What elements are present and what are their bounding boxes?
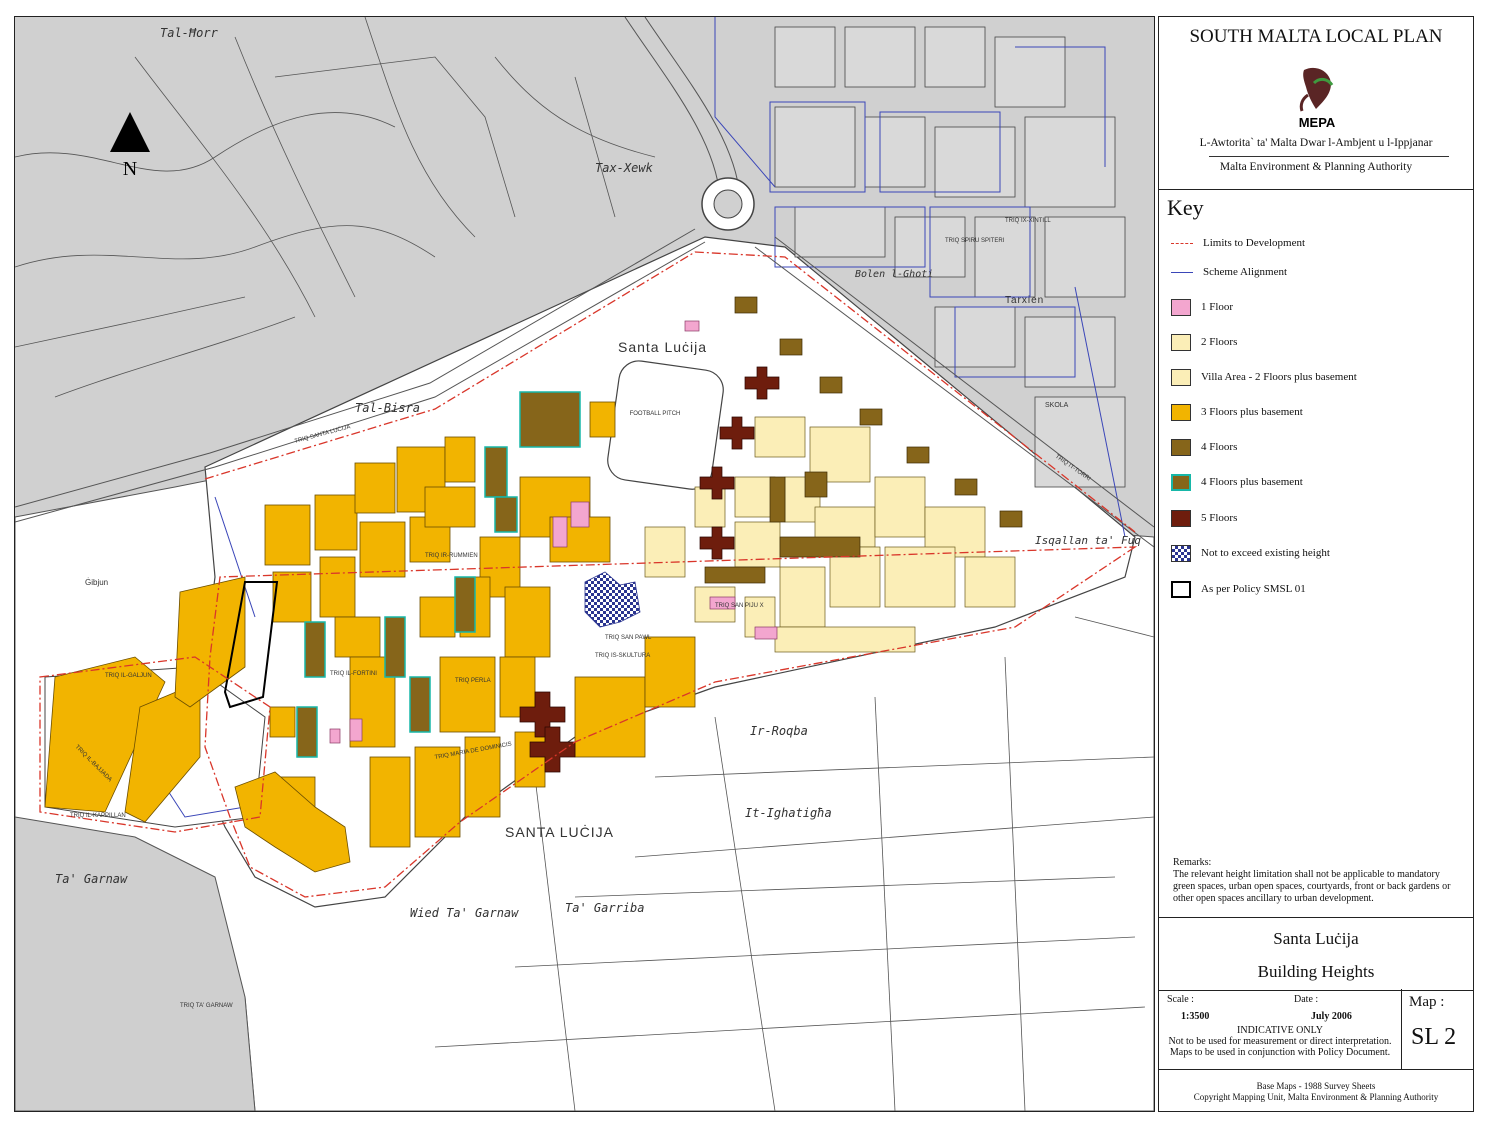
place-label: Ta' Garnaw xyxy=(55,872,128,886)
swatch-icon xyxy=(1171,509,1191,527)
street-label: TRIQ SPIRU SPITERI xyxy=(945,238,1005,244)
indicative-line: Not to be used for measurement or direct… xyxy=(1168,1036,1392,1047)
swatch-icon xyxy=(1171,333,1191,351)
credits: Base Maps - 1988 Survey Sheets Copyright… xyxy=(1159,1081,1473,1103)
place-label: It-Ighatigħa xyxy=(745,806,832,820)
street-label: TRIQ TA' GARNAW xyxy=(180,1003,233,1009)
key-item-not-to-exceed-existing-height: Not to exceed existing height xyxy=(1171,543,1330,563)
date-label: Date : xyxy=(1294,994,1319,1005)
scale-date-column: Scale : Date : 1:3500 July 2006 INDICATI… xyxy=(1159,989,1402,1069)
street-label: TRIQ IL-KAPPILLAN xyxy=(70,813,126,819)
key-item-4-floors-plus-basement: 4 Floors plus basement xyxy=(1171,472,1303,492)
swatch-icon xyxy=(1171,368,1191,386)
map-subject: Building Heights xyxy=(1257,962,1375,981)
place-label: Santa Luċija xyxy=(618,339,707,355)
remarks-title: Remarks: xyxy=(1173,857,1212,868)
swatch-icon xyxy=(1171,298,1191,316)
title-block: SOUTH MALTA LOCAL PLAN MEPA L-Awtorita` … xyxy=(1159,17,1473,190)
feature-label: SKOLA xyxy=(1045,402,1069,409)
key-item-policy-smsl-01: As per Policy SMSL 01 xyxy=(1171,579,1306,599)
swatch-icon xyxy=(1171,403,1191,421)
credits-line: Base Maps - 1988 Survey Sheets xyxy=(1256,1081,1376,1091)
key-item-limits-to-development: Limits to Development xyxy=(1171,233,1305,253)
dash-dot-line-icon xyxy=(1171,242,1193,244)
key-item-villa-area: Villa Area - 2 Floors plus basement xyxy=(1171,367,1357,387)
map-name: Santa Luċija xyxy=(1273,929,1359,948)
map-label: Map : xyxy=(1409,994,1445,1010)
street-label: TRIQ IX-XINTILL xyxy=(1005,218,1051,224)
street-label: TRIQ IR-RUMMIEN xyxy=(425,553,478,559)
key-item-scheme-alignment: Scheme Alignment xyxy=(1171,262,1287,282)
street-label: TRIQ IL-FORTINI xyxy=(330,671,377,677)
divider xyxy=(1209,156,1449,157)
street-label: TRIQ IL-GALJUN xyxy=(105,673,152,679)
credits-line: Copyright Mapping Unit, Malta Environmen… xyxy=(1193,1092,1439,1102)
key-item-1-floor: 1 Floor xyxy=(1171,297,1233,317)
street-label: TRIQ PERLA xyxy=(455,678,491,684)
indicative-line: INDICATIVE ONLY xyxy=(1237,1025,1323,1036)
map-name-block: Santa Luċija Building Heights xyxy=(1159,917,1473,991)
authority-name-maltese: L-Awtorita` ta' Malta Dwar l-Ambjent u l… xyxy=(1199,137,1433,149)
remarks-text: The relevant height limitation shall not… xyxy=(1173,869,1451,904)
authority-name-english: Malta Environment & Planning Authority xyxy=(1219,161,1413,173)
key-item-5-floors: 5 Floors xyxy=(1171,508,1237,528)
feature-label: FOOTBALL PITCH xyxy=(630,411,681,417)
map-info-block: Scale : Date : 1:3500 July 2006 INDICATI… xyxy=(1159,989,1473,1070)
key-item-4-floors: 4 Floors xyxy=(1171,437,1237,457)
place-label: Ta' Garriba xyxy=(565,901,644,915)
date-value: July 2006 xyxy=(1311,1011,1352,1022)
svg-text:MEPA: MEPA xyxy=(1299,115,1336,130)
solid-line-icon xyxy=(1171,271,1193,273)
indicative-line: Maps to be used in conjunction with Poli… xyxy=(1169,1047,1391,1058)
place-label: Ir-Roqba xyxy=(750,724,808,738)
street-label: TRIQ IS-SKULTURA xyxy=(595,653,650,659)
street-label: TRIQ SAN PIJU X xyxy=(715,603,764,609)
remarks: Remarks: The relevant height limitation … xyxy=(1173,857,1463,905)
swatch-icon xyxy=(1171,438,1191,456)
place-label: Tal-Bisra xyxy=(355,401,420,415)
map-number: SL 2 xyxy=(1411,1024,1457,1050)
legend-panel: SOUTH MALTA LOCAL PLAN MEPA L-Awtorita` … xyxy=(1158,16,1474,1112)
swatch-icon xyxy=(1171,473,1191,491)
place-label: Wied Ta' Garnaw xyxy=(410,906,519,920)
place-label: Bolen l-Ghoti xyxy=(855,269,933,280)
place-label: SANTA LUĊIJA xyxy=(505,823,614,840)
outline-swatch-icon xyxy=(1171,580,1191,598)
plan-title: SOUTH MALTA LOCAL PLAN xyxy=(1189,26,1443,47)
football-pitch[interactable] xyxy=(605,358,726,491)
place-label: Isqallan ta' Fuq xyxy=(1035,534,1141,547)
map-canvas[interactable]: N Tal-Ħorr Tax-Xewk Tal-Bisra Santa Luċi… xyxy=(14,16,1155,1112)
place-label: Tax-Xewk xyxy=(595,161,654,175)
key-item-3-floors-plus-basement: 3 Floors plus basement xyxy=(1171,402,1303,422)
place-label: Tarxien xyxy=(1005,295,1044,306)
checker-swatch-icon xyxy=(1171,544,1191,562)
map-svg[interactable]: N Tal-Ħorr Tax-Xewk Tal-Bisra Santa Luċi… xyxy=(15,17,1154,1111)
place-label: Tal-Ħorr xyxy=(160,26,219,40)
street-label: TRIQ SAN PAWL xyxy=(605,635,652,641)
place-label: Ġibjun xyxy=(85,578,108,587)
key-item-2-floors: 2 Floors xyxy=(1171,332,1237,352)
scale-value: 1:3500 xyxy=(1181,1011,1210,1022)
key-heading: Key xyxy=(1167,195,1204,220)
scale-label: Scale : xyxy=(1167,994,1194,1005)
map-number-column: Map : SL 2 xyxy=(1401,989,1473,1069)
mepa-logo-icon: MEPA xyxy=(1299,67,1336,130)
north-label: N xyxy=(123,158,137,180)
indicative-notice: INDICATIVE ONLY Not to be used for measu… xyxy=(1159,1025,1401,1058)
